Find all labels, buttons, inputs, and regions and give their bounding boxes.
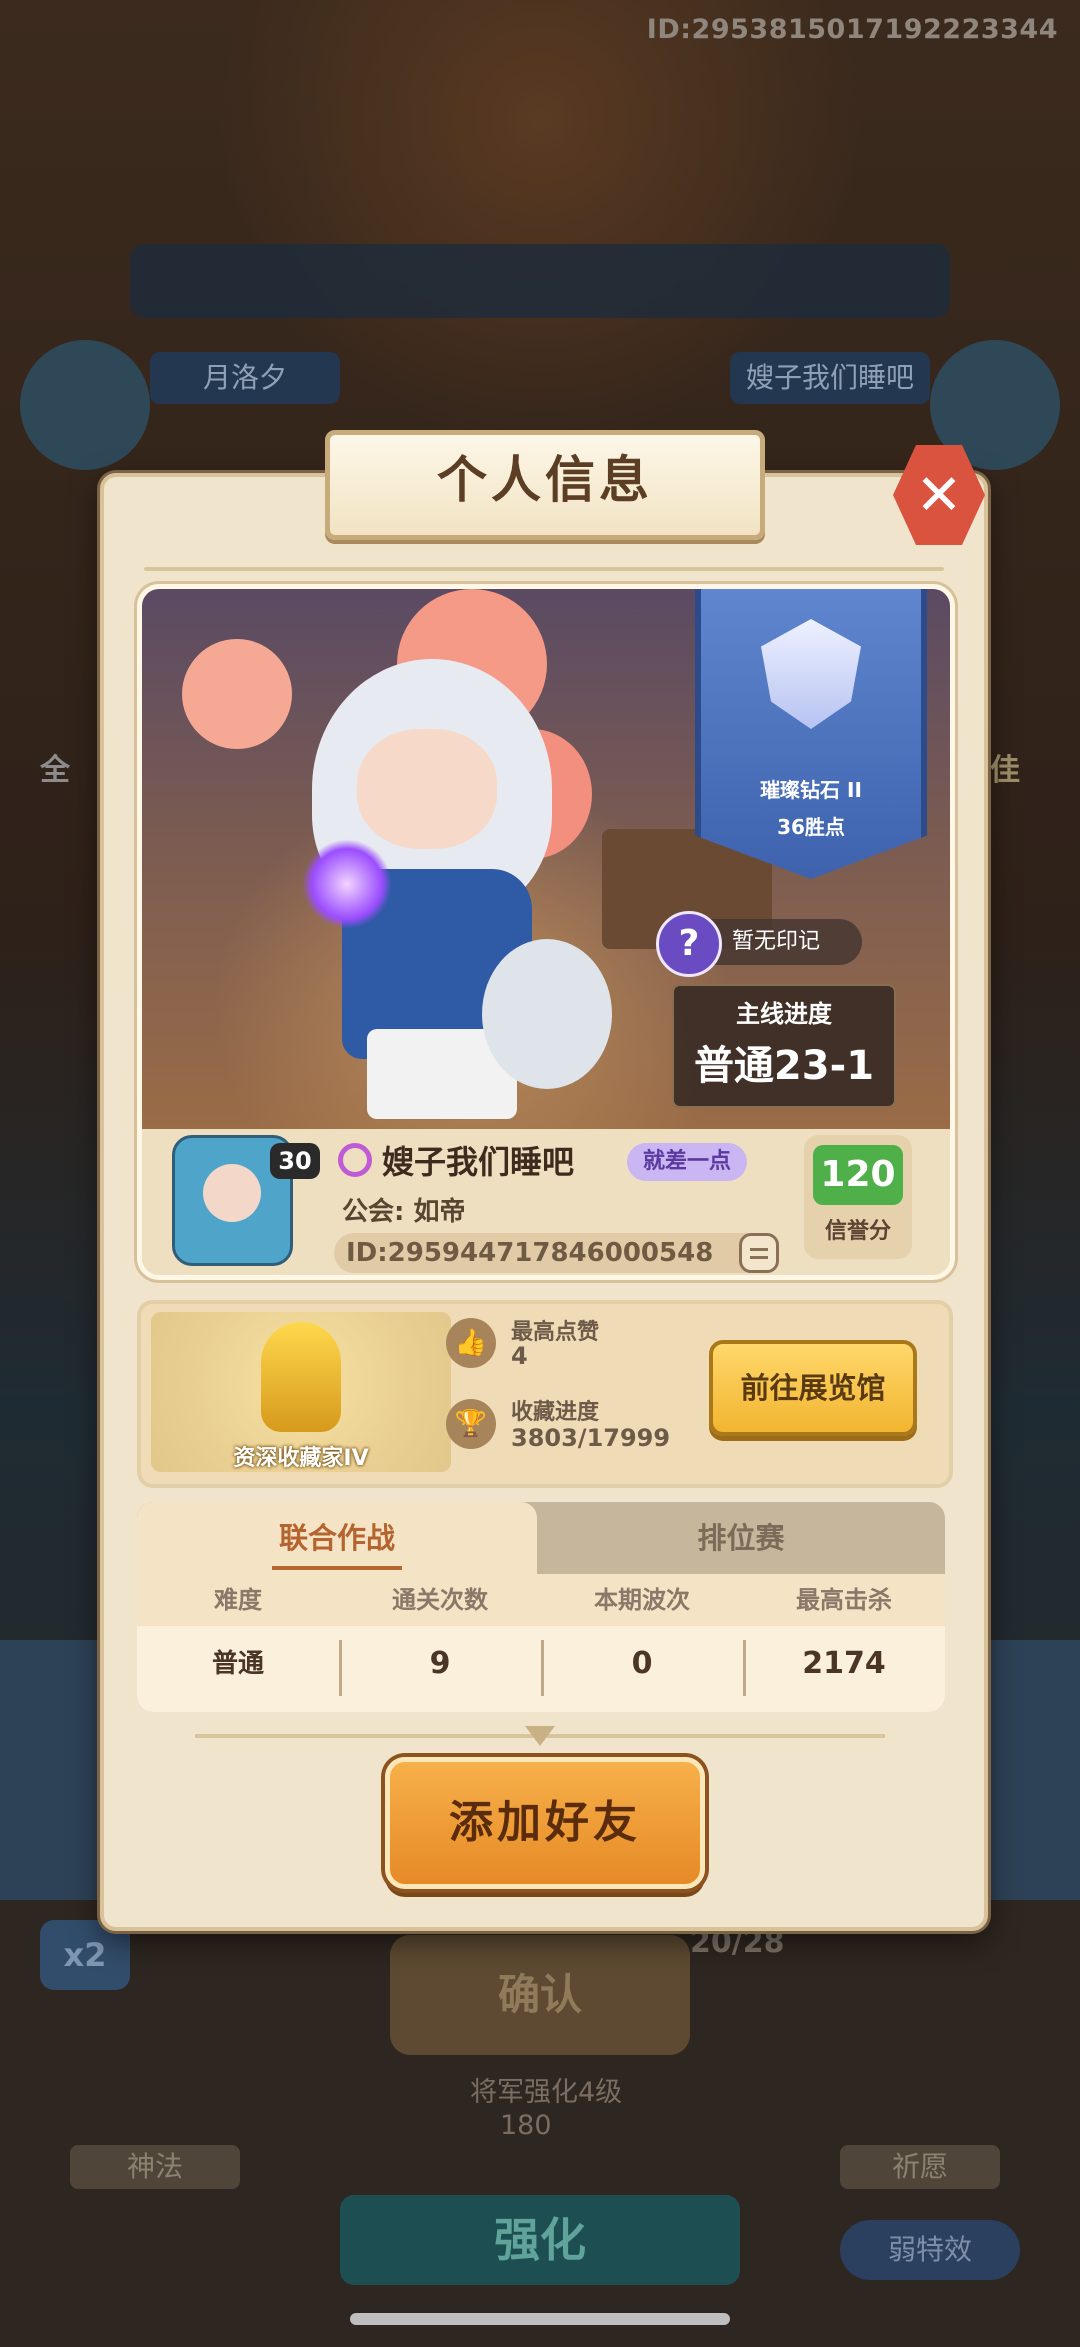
close-icon: ✕: [915, 462, 963, 528]
background-enhance-button: 强化: [340, 2195, 740, 2285]
background-effect-toggle: 弱特效: [840, 2220, 1020, 2280]
thumbs-up-icon: 👍: [446, 1318, 496, 1368]
collection-panel: 资深收藏家IV 👍 最高点赞 4 🏆 收藏进度 3803/17999 前往展览馆: [137, 1300, 953, 1488]
player-id: ID:295944717846000548: [334, 1233, 766, 1273]
rank-banner[interactable]: 璀璨钻石 II 36胜点: [695, 589, 927, 879]
background-left-name: 月洛夕: [150, 352, 340, 404]
copy-icon[interactable]: [739, 1233, 779, 1273]
table-row: 普通 9 0 2174: [137, 1626, 945, 1712]
collector-badge-label: 资深收藏家IV: [233, 1446, 369, 1471]
tab-ranked[interactable]: 排位赛: [537, 1502, 945, 1574]
stats-panel: 联合作战 排位赛 难度 通关次数 本期波次 最高击杀 普通 9 0 2174: [137, 1502, 945, 1712]
background-right-label: 佳: [990, 753, 1020, 788]
mainline-label: 主线进度: [736, 1000, 832, 1028]
table-header-cell: 通关次数: [392, 1586, 488, 1614]
guild-name: 公会: 如帝: [342, 1197, 466, 1227]
table-header-cell: 难度: [214, 1586, 262, 1614]
mainline-value: 普通23-1: [693, 1043, 875, 1089]
home-indicator[interactable]: [350, 2313, 730, 2325]
credit-score: 120 信誉分: [804, 1135, 912, 1259]
upgrade-meta: 将军强化4级: [470, 2077, 623, 2108]
credit-value: 120: [813, 1145, 903, 1205]
collector-badge: 资深收藏家IV: [151, 1312, 451, 1472]
table-cell: 0: [631, 1646, 653, 1681]
exhibit-button[interactable]: 前往展览馆: [709, 1340, 917, 1436]
background-left-label: 全: [40, 753, 70, 788]
mark-chip[interactable]: ? 暂无印记: [656, 911, 862, 977]
player-info-row: 30 嫂子我们睡吧 就差一点 公会: 如帝 ID:295944717846000…: [142, 1129, 950, 1275]
table-cell: 2174: [802, 1646, 886, 1681]
level-badge: 30: [270, 1143, 320, 1179]
background-confirm-button: 确认: [390, 1935, 690, 2055]
background-left-avatar: [20, 340, 150, 470]
background-status-bar: [130, 244, 950, 318]
trophy-small-icon: 🏆: [446, 1399, 496, 1449]
diamond-rank-icon: [761, 619, 861, 729]
player-name: 嫂子我们睡吧: [382, 1143, 575, 1181]
background-player-id: ID:2953815017192223344: [646, 14, 1058, 45]
tab-joint-battle[interactable]: 联合作战: [137, 1502, 537, 1574]
modal-title-banner: 个人信息: [325, 430, 765, 540]
table-header-cell: 最高击杀: [796, 1586, 892, 1614]
add-friend-button[interactable]: 添加好友: [385, 1757, 705, 1889]
modal-title: 个人信息: [437, 451, 653, 509]
mainline-progress: 主线进度 普通23-1: [672, 984, 896, 1108]
mark-label: 暂无印记: [732, 929, 821, 954]
table-cell: 普通: [211, 1649, 264, 1679]
rank-title: 璀璨钻石 II: [760, 778, 862, 802]
table-header-cell: 本期波次: [594, 1586, 690, 1614]
background-right-button: 祈愿: [840, 2145, 1000, 2189]
likes-value: 4: [511, 1342, 528, 1370]
character-scene: 璀璨钻石 II 36胜点 ? 暂无印记 主线进度 普通23-1: [142, 589, 950, 1129]
title-tag: 就差一点: [627, 1143, 747, 1181]
background-left-button: 神法: [70, 2145, 240, 2189]
profile-card: 璀璨钻石 II 36胜点 ? 暂无印记 主线进度 普通23-1 30 嫂子我们睡…: [137, 584, 955, 1280]
magic-orb: [302, 839, 392, 929]
collection-value: 3803/17999: [511, 1424, 671, 1452]
collection-title: 收藏进度: [511, 1400, 600, 1425]
rank-points: 36胜点: [777, 815, 845, 839]
female-icon: [338, 1143, 372, 1177]
character-face: [357, 729, 497, 849]
table-cell: 9: [429, 1646, 451, 1681]
trophy-icon: [261, 1322, 341, 1432]
table-header: 难度 通关次数 本期波次 最高击杀: [137, 1574, 945, 1626]
question-icon: ?: [656, 911, 722, 977]
modal-top-line: [144, 567, 944, 571]
credit-label: 信誉分: [824, 1219, 891, 1244]
upgrade-cost: 180: [500, 2110, 552, 2141]
pet-character: [482, 939, 612, 1089]
background-right-name: 嫂子我们睡吧: [730, 352, 930, 404]
paw-decoration: [182, 639, 292, 749]
